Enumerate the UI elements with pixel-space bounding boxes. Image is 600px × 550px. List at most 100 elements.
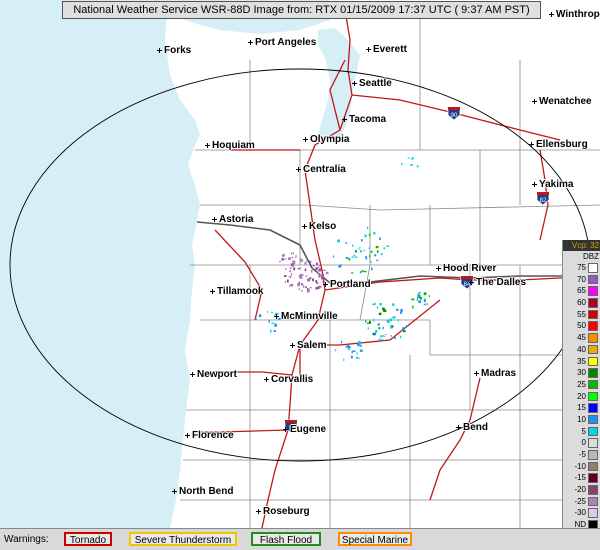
- radar-echo-pixel: [291, 257, 294, 259]
- radar-echo-pixel: [358, 248, 360, 250]
- radar-echo-pixel: [304, 286, 307, 288]
- radar-echo-pixel: [383, 309, 386, 312]
- radar-echo-pixel: [358, 340, 361, 344]
- scale-level-swatch: [588, 403, 598, 413]
- radar-echo-pixel: [268, 320, 270, 323]
- scale-level-swatch: [588, 309, 598, 320]
- scale-level: 55: [563, 309, 600, 321]
- radar-echo-pixel: [281, 258, 285, 261]
- radar-echo-pixel: [423, 303, 426, 306]
- radar-echo-pixel: [317, 272, 319, 275]
- radar-echo-pixel: [323, 269, 326, 271]
- radar-echo-pixel: [376, 306, 379, 309]
- scale-level-label: -5: [578, 450, 586, 459]
- scale-level: 60: [563, 297, 600, 309]
- radar-echo-pixel: [411, 298, 415, 301]
- radar-echo-pixel: [385, 333, 387, 336]
- radar-echo-pixel: [285, 258, 287, 260]
- radar-echo-pixel: [300, 290, 304, 292]
- scale-level: -25: [563, 496, 600, 508]
- scale-level-swatch: [588, 274, 598, 285]
- radar-echo-pixel: [293, 268, 295, 271]
- radar-echo-pixel: [310, 277, 312, 279]
- city-label-centralia: Centralia: [296, 164, 346, 175]
- city-label-eugene: Eugene: [283, 424, 326, 435]
- radar-echo-pixel: [375, 330, 378, 333]
- city-label-madras: Madras: [474, 368, 516, 379]
- radar-echo-pixel: [400, 309, 403, 312]
- scale-level-swatch: [588, 298, 598, 308]
- radar-echo-pixel: [374, 254, 377, 257]
- radar-echo-pixel: [312, 265, 315, 267]
- city-label-wenatchee: Wenatchee: [532, 96, 592, 107]
- scale-level-swatch: [588, 496, 598, 507]
- radar-echo-pixel: [295, 255, 297, 257]
- radar-echo-pixel: [332, 255, 335, 258]
- radar-echo-pixel: [368, 233, 371, 237]
- scale-level-label: 20: [577, 391, 586, 401]
- radar-echo-pixel: [348, 257, 351, 261]
- scale-level-label: 45: [577, 333, 586, 343]
- radar-echo-pixel: [316, 262, 319, 266]
- radar-echo-pixel: [387, 319, 389, 322]
- radar-echo-pixel: [371, 267, 373, 271]
- radar-echo-pixel: [356, 356, 359, 359]
- warning-special-marine-button[interactable]: Special Marine: [338, 532, 412, 546]
- warning-flash-flood-button[interactable]: Flash Flood: [251, 532, 321, 546]
- scale-level-label: 50: [577, 321, 586, 331]
- city-label-bend: Bend: [456, 422, 488, 433]
- radar-echo-pixel: [258, 314, 262, 318]
- radar-echo-pixel: [352, 350, 356, 352]
- radar-echo-pixel: [369, 320, 371, 324]
- radar-echo-pixel: [392, 303, 395, 306]
- city-label-corvallis: Corvallis: [264, 374, 313, 385]
- radar-echo-pixel: [300, 259, 304, 262]
- radar-echo-pixel: [312, 278, 314, 282]
- radar-echo-pixel: [300, 274, 302, 276]
- radar-echo-pixel: [389, 326, 393, 329]
- radar-echo-pixel: [304, 262, 307, 265]
- scale-level-label: 5: [581, 426, 586, 436]
- radar-echo-pixel: [360, 239, 363, 242]
- radar-echo-pixel: [358, 358, 360, 359]
- radar-echo-pixel: [351, 256, 354, 258]
- scale-rows: 75 70 65 60 55 50 45 40 35 30 25 20 15 10 5 0 -5 -10 -15 -2…: [563, 262, 600, 531]
- scale-level-swatch: [588, 321, 598, 331]
- radar-echo-pixel: [372, 303, 374, 305]
- city-label-salem: Salem: [290, 340, 326, 351]
- radar-echo-pixel: [364, 256, 368, 258]
- scale-level-label: 15: [577, 403, 586, 413]
- radar-echo-pixel: [359, 349, 363, 352]
- warnings-bar: Warnings: Tornado Severe Thunderstorm Fl…: [0, 528, 600, 550]
- radar-echo-pixel: [289, 270, 291, 273]
- radar-echo-pixel: [273, 330, 276, 333]
- warnings-label: Warnings:: [4, 534, 49, 545]
- radar-echo-pixel: [378, 338, 382, 340]
- radar-echo-pixel: [419, 291, 421, 293]
- radar-echo-pixel: [367, 327, 370, 330]
- radar-echo-pixel: [290, 284, 293, 287]
- radar-echo-pixel: [317, 286, 320, 290]
- warning-tornado-button[interactable]: Tornado: [64, 532, 112, 546]
- scale-level: 30: [563, 367, 600, 379]
- radar-echo-pixel: [389, 318, 392, 322]
- radar-echo-pixel: [345, 257, 349, 259]
- warning-severe-thunderstorm-button[interactable]: Severe Thunderstorm: [129, 532, 237, 546]
- scale-level: 50: [563, 320, 600, 332]
- radar-echo-pixel: [365, 319, 367, 323]
- radar-echo-pixel: [423, 292, 427, 296]
- scale-level-label: 70: [577, 274, 586, 284]
- radar-echo-pixel: [426, 303, 428, 306]
- city-label-portland: Portland: [323, 279, 371, 290]
- radar-echo-pixel: [373, 232, 376, 235]
- radar-echo-pixel: [292, 263, 294, 267]
- radar-echo-pixel: [274, 323, 277, 327]
- city-label-tacoma: Tacoma: [342, 114, 386, 125]
- radar-echo-pixel: [375, 245, 379, 249]
- radar-echo-pixel: [410, 164, 413, 166]
- scale-level: -5: [563, 449, 600, 461]
- scale-level-label: 10: [577, 414, 586, 424]
- radar-map[interactable]: 5 90 82 84: [0, 0, 600, 528]
- radar-echo-pixel: [374, 302, 376, 306]
- radar-echo-pixel: [370, 250, 373, 253]
